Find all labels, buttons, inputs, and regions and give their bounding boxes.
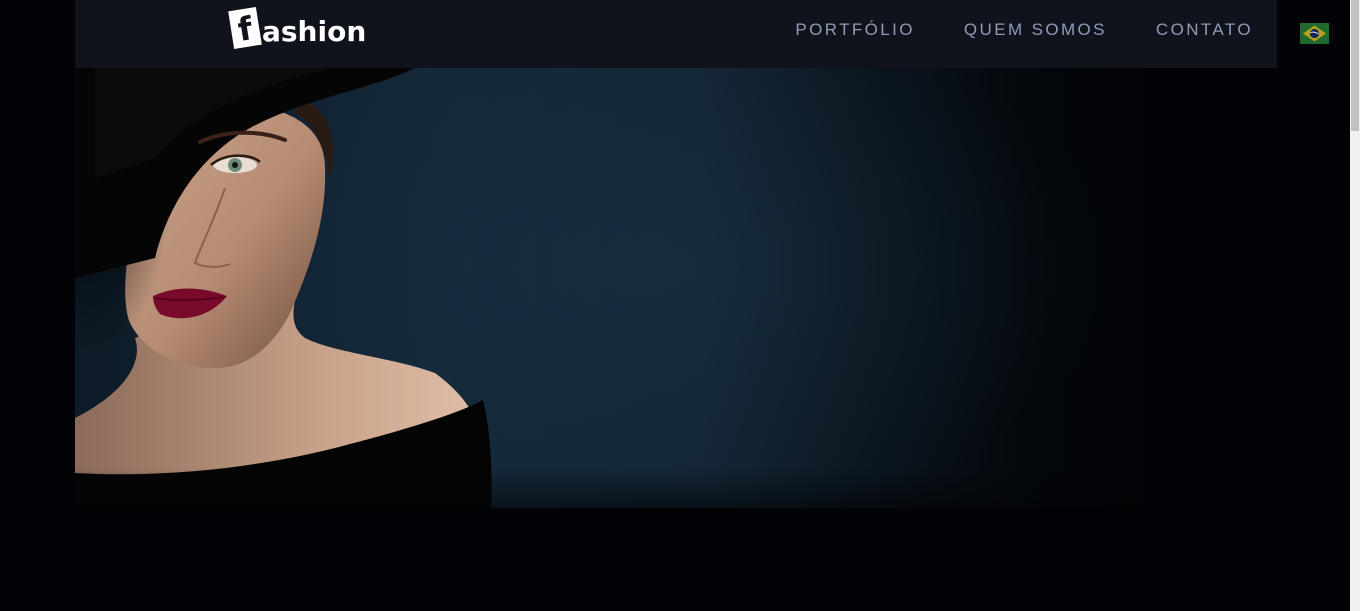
nav-item-contato[interactable]: CONTATO — [1156, 20, 1253, 40]
logo-letter: f — [235, 9, 255, 49]
brazil-flag-icon[interactable] — [1300, 23, 1329, 44]
logo-text: ashion — [262, 15, 367, 48]
logo-mark: f — [228, 7, 262, 49]
logo[interactable]: f ashion — [228, 7, 367, 49]
main-nav: PORTFÓLIO QUEM SOMOS CONTATO — [746, 0, 1253, 60]
nav-item-quem-somos[interactable]: QUEM SOMOS — [964, 20, 1107, 40]
nav-item-portfolio[interactable]: PORTFÓLIO — [795, 20, 915, 40]
hero-bottom-fade — [75, 468, 1155, 508]
hero-image — [75, 68, 1155, 508]
page-scrollbar[interactable] — [1350, 0, 1360, 611]
scrollbar-thumb[interactable] — [1351, 0, 1359, 131]
page: f ashion PORTFÓLIO QUEM SOMOS CONTATO — [0, 0, 1360, 611]
woman-in-black-hat-image — [75, 68, 492, 508]
site-header: f ashion PORTFÓLIO QUEM SOMOS CONTATO — [75, 0, 1277, 68]
